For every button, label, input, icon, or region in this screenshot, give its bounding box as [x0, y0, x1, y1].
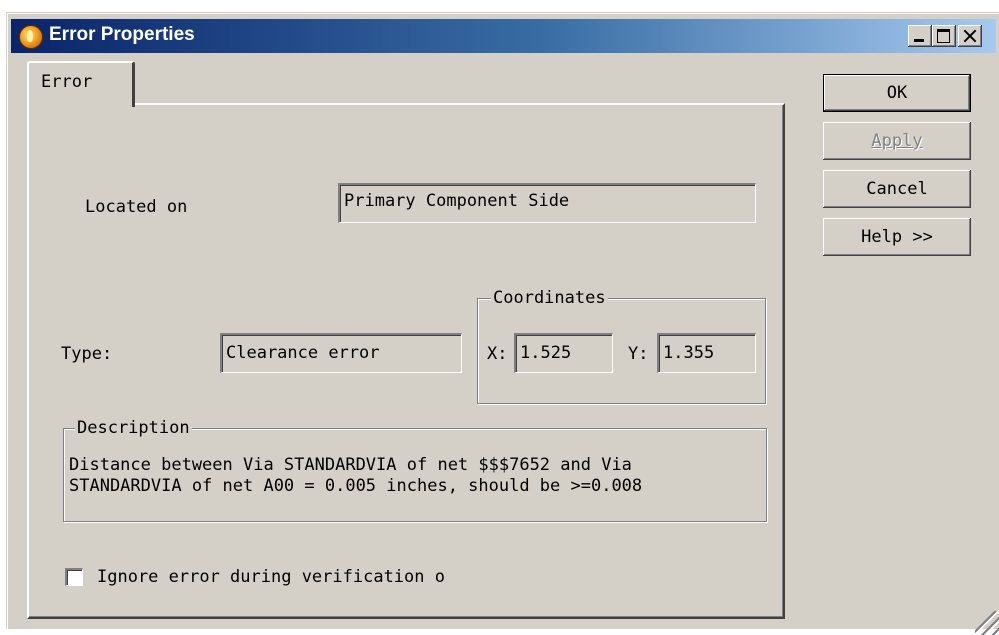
type-field[interactable]: Clearance error [220, 333, 462, 373]
description-line-2: STANDARDVIA of net A00 = 0.005 inches, s… [69, 476, 643, 496]
x-coordinate-field[interactable]: 1.525 [514, 333, 613, 373]
y-label: Y: [628, 344, 649, 364]
tab-error[interactable]: Error [27, 61, 135, 107]
located-on-field[interactable]: Primary Component Side [338, 183, 756, 223]
minimize-icon[interactable] [908, 25, 932, 47]
x-label: X: [487, 344, 508, 364]
description-line-1: Distance between Via STANDARDVIA of net … [69, 455, 632, 475]
maximize-icon[interactable] [932, 25, 956, 47]
window-title: Error Properties [49, 24, 195, 45]
description-group [63, 428, 767, 522]
tab-error-label: Error [41, 72, 93, 92]
help-button[interactable]: Help >> [823, 218, 971, 256]
close-icon[interactable] [958, 25, 982, 47]
type-label: Type: [61, 344, 113, 364]
coordinates-legend: Coordinates [491, 288, 608, 308]
cancel-button[interactable]: Cancel [823, 170, 971, 208]
resize-grip-icon[interactable] [975, 611, 999, 635]
app-flame-icon [19, 25, 43, 49]
y-coordinate-field[interactable]: 1.355 [657, 333, 756, 373]
title-bar[interactable]: Error Properties [11, 19, 996, 53]
error-properties-dialog: Error Properties Error OK Apply Cancel H… [6, 12, 999, 635]
ignore-error-label[interactable]: Ignore error during verification o [97, 567, 445, 587]
description-legend: Description [75, 418, 192, 438]
ok-button[interactable]: OK [823, 74, 971, 112]
ignore-error-checkbox[interactable] [65, 568, 83, 586]
apply-button[interactable]: Apply [823, 122, 971, 160]
located-on-label: Located on [85, 197, 188, 217]
